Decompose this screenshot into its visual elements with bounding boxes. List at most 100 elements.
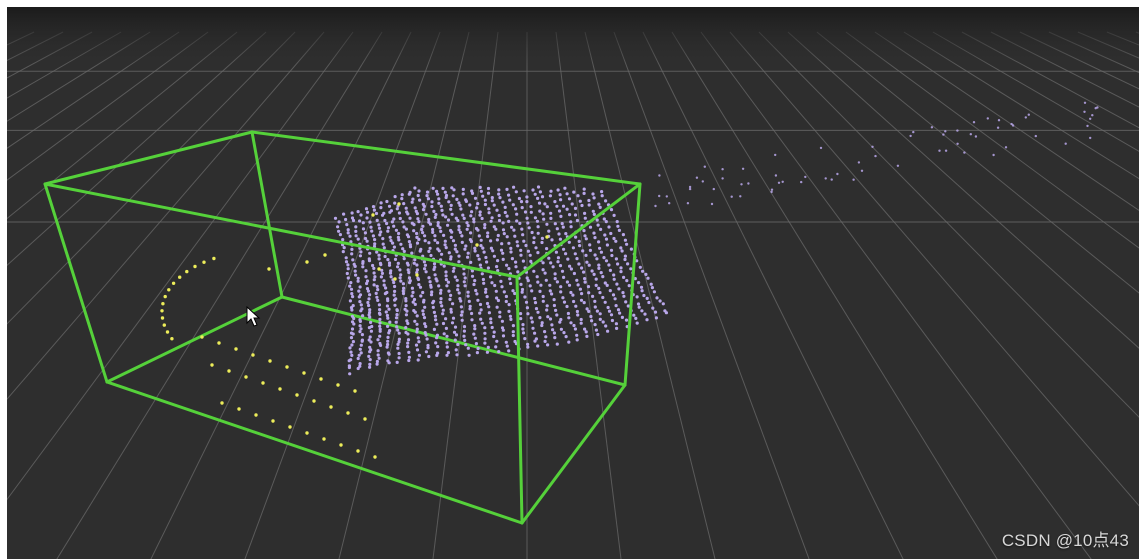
object-point — [441, 186, 445, 190]
object-point — [456, 288, 460, 292]
object-point — [463, 338, 467, 342]
object-point — [410, 251, 414, 255]
object-point — [377, 257, 381, 261]
object-point — [461, 187, 465, 191]
object-point — [470, 274, 475, 278]
object-point — [427, 276, 431, 280]
object-point — [576, 313, 580, 317]
object-point — [582, 229, 586, 233]
object-point — [455, 250, 459, 254]
highlight-point — [170, 337, 174, 341]
object-point — [944, 130, 947, 133]
object-point — [423, 267, 427, 271]
object-point — [490, 281, 494, 285]
object-point — [567, 283, 572, 287]
object-point — [469, 214, 473, 218]
object-point — [618, 311, 622, 315]
object-point — [417, 189, 421, 193]
object-point — [375, 218, 379, 222]
object-point — [491, 249, 495, 253]
object-point — [439, 204, 443, 208]
highlight-point — [285, 365, 289, 369]
object-point — [452, 330, 457, 334]
object-point — [381, 242, 385, 246]
object-point — [956, 129, 959, 132]
object-point — [457, 260, 461, 264]
object-point — [387, 263, 392, 267]
object-point — [356, 366, 360, 371]
object-point — [558, 193, 562, 197]
object-point — [439, 297, 443, 301]
object-point — [383, 254, 387, 259]
highlight-point — [397, 202, 401, 206]
object-point — [644, 272, 648, 276]
object-point — [602, 217, 606, 221]
object-point — [415, 348, 420, 352]
object-point — [654, 204, 657, 208]
object-point — [374, 291, 378, 295]
object-point — [444, 274, 448, 278]
object-point — [507, 267, 511, 271]
object-point — [452, 188, 456, 192]
object-point — [575, 333, 579, 337]
object-point — [367, 297, 371, 301]
object-point — [593, 305, 597, 309]
object-point — [387, 361, 391, 365]
object-point — [376, 349, 380, 353]
object-point — [441, 213, 445, 217]
object-point — [408, 245, 413, 249]
object-point — [473, 336, 477, 340]
object-point — [366, 289, 370, 293]
object-point — [407, 192, 411, 196]
object-point — [622, 294, 626, 298]
object-point — [418, 249, 422, 253]
object-point — [554, 250, 559, 254]
object-point — [639, 285, 644, 289]
object-point — [480, 272, 484, 276]
object-point — [594, 277, 598, 281]
object-point — [624, 300, 628, 304]
object-point — [582, 191, 586, 195]
object-point — [636, 302, 641, 306]
object-point — [583, 277, 587, 281]
object-point — [871, 145, 874, 148]
object-point — [521, 331, 526, 335]
object-point — [367, 354, 371, 358]
object-point — [619, 270, 623, 274]
object-point — [609, 231, 613, 236]
object-point — [478, 311, 482, 315]
object-point — [474, 288, 478, 293]
object-point — [402, 257, 406, 261]
object-point — [1094, 107, 1097, 110]
object-point — [373, 238, 377, 242]
object-point — [408, 216, 412, 220]
object-point — [440, 304, 444, 308]
object-point — [459, 299, 463, 303]
object-point — [533, 301, 538, 305]
object-point — [573, 327, 578, 331]
object-point — [443, 239, 447, 243]
object-point — [498, 196, 502, 200]
highlight-point — [165, 330, 170, 334]
object-point — [360, 339, 364, 343]
3d-scene[interactable] — [7, 7, 1139, 559]
object-point — [382, 246, 386, 250]
object-point — [536, 344, 540, 348]
highlight-point — [267, 267, 271, 271]
object-point — [442, 332, 446, 336]
highlight-point — [393, 277, 397, 281]
object-point — [500, 285, 504, 289]
object-point — [397, 231, 401, 236]
object-point — [606, 305, 610, 310]
object-point — [525, 195, 529, 199]
pointcloud-viewport[interactable]: CSDN @10点43 — [7, 7, 1139, 559]
object-point — [547, 256, 551, 260]
object-point — [420, 227, 424, 232]
object-point — [493, 283, 497, 288]
object-point — [374, 211, 379, 216]
object-point — [402, 249, 406, 253]
object-point — [406, 345, 410, 349]
object-point — [356, 279, 360, 283]
object-point — [419, 294, 423, 298]
highlight-point — [210, 363, 214, 367]
